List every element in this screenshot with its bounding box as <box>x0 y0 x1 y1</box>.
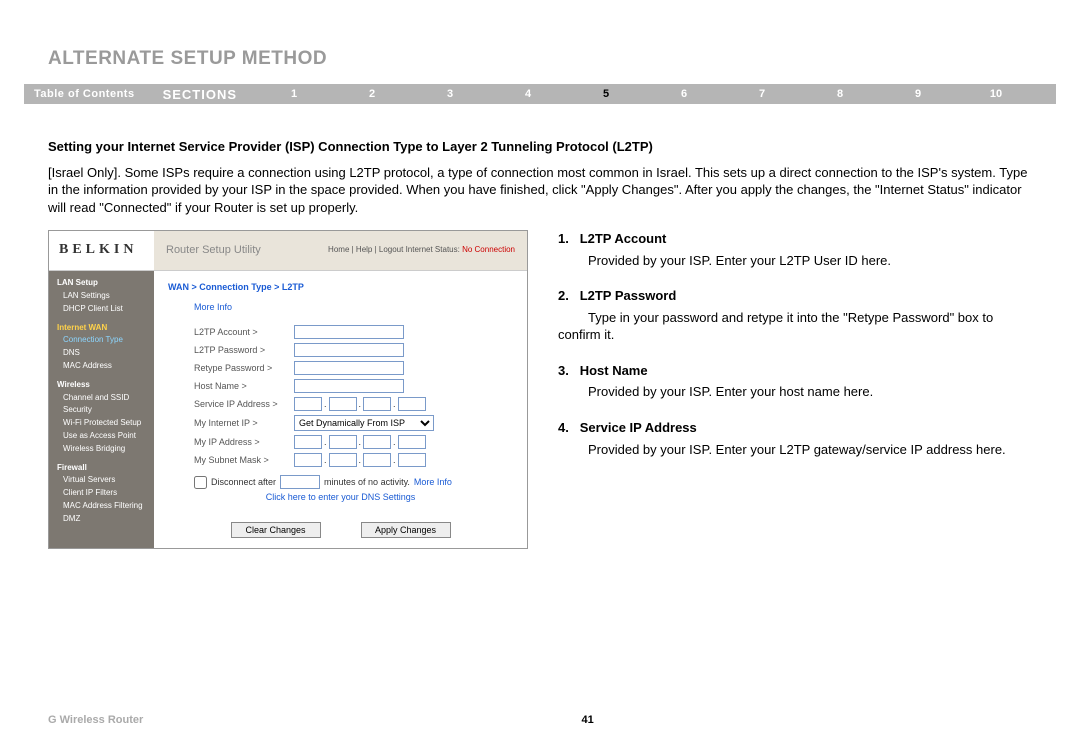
label-service-ip: Service IP Address > <box>194 398 294 410</box>
page-title: ALTERNATE SETUP METHOD <box>48 48 327 70</box>
section-num-6[interactable]: 6 <box>645 88 723 100</box>
field4-num: 4. <box>558 420 569 435</box>
disconnect-post: minutes of no activity. <box>324 476 410 488</box>
field2-title: L2TP Password <box>580 288 677 303</box>
sidebar-item-ip-filters[interactable]: Client IP Filters <box>57 487 154 500</box>
field4-desc: Provided by your ISP. Enter your L2TP ga… <box>588 442 1006 457</box>
my-ip-2[interactable] <box>329 435 357 449</box>
sidebar-item-dns[interactable]: DNS <box>57 347 154 360</box>
sidebar-item-lan-settings[interactable]: LAN Settings <box>57 290 154 303</box>
field1-num: 1. <box>558 231 569 246</box>
input-host[interactable] <box>294 379 404 393</box>
subnet-1[interactable] <box>294 453 322 467</box>
sidebar-item-mac-filter[interactable]: MAC Address Filtering <box>57 500 154 513</box>
my-ip-3[interactable] <box>363 435 391 449</box>
section-num-9[interactable]: 9 <box>879 88 957 100</box>
service-ip-1[interactable] <box>294 397 322 411</box>
field4-title: Service IP Address <box>580 420 697 435</box>
section-num-7[interactable]: 7 <box>723 88 801 100</box>
sections-label: SECTIONS <box>145 87 255 102</box>
sidebar-cat-firewall[interactable]: Firewall <box>57 462 154 475</box>
section-num-3[interactable]: 3 <box>411 88 489 100</box>
internet-status-value: No Connection <box>462 245 515 254</box>
section-num-10[interactable]: 10 <box>957 88 1035 100</box>
apply-changes-button[interactable]: Apply Changes <box>361 522 451 538</box>
intro-heading: Setting your Internet Service Provider (… <box>48 138 1032 156</box>
footer-page-number: 41 <box>582 714 594 726</box>
breadcrumb: WAN > Connection Type > L2TP <box>168 281 513 293</box>
footer-product: G Wireless Router <box>48 714 143 726</box>
disconnect-minutes[interactable] <box>280 475 320 489</box>
intro-paragraph: [Israel Only]. Some ISPs require a conne… <box>48 164 1032 217</box>
section-num-8[interactable]: 8 <box>801 88 879 100</box>
field3-num: 3. <box>558 363 569 378</box>
sidebar-item-wps[interactable]: Wi-Fi Protected Setup <box>57 417 154 430</box>
label-account: L2TP Account > <box>194 326 294 338</box>
sidebar-cat-wan[interactable]: Internet WAN <box>57 322 154 335</box>
label-my-ip: My IP Address > <box>194 436 294 448</box>
label-retype: Retype Password > <box>194 362 294 374</box>
router-sidebar: LAN Setup LAN Settings DHCP Client List … <box>49 271 154 547</box>
section-nav-bar: Table of Contents SECTIONS 1 2 3 4 5 6 7… <box>24 84 1056 104</box>
label-subnet: My Subnet Mask > <box>194 454 294 466</box>
sidebar-item-ap[interactable]: Use as Access Point <box>57 430 154 443</box>
router-main: WAN > Connection Type > L2TP More Info L… <box>154 271 527 547</box>
subnet-3[interactable] <box>363 453 391 467</box>
more-info-link[interactable]: More Info <box>194 301 232 313</box>
sidebar-item-security[interactable]: Security <box>57 404 154 417</box>
input-retype[interactable] <box>294 361 404 375</box>
section-num-4[interactable]: 4 <box>489 88 567 100</box>
label-host: Host Name > <box>194 380 294 392</box>
router-utility-title: Router Setup Utility <box>166 243 261 258</box>
router-header: BELKIN Router Setup Utility Home | Help … <box>49 231 527 271</box>
sidebar-item-channel[interactable]: Channel and SSID <box>57 392 154 405</box>
sidebar-item-virtual-servers[interactable]: Virtual Servers <box>57 474 154 487</box>
service-ip-3[interactable] <box>363 397 391 411</box>
my-ip-4[interactable] <box>398 435 426 449</box>
label-my-internet-ip: My Internet IP > <box>194 417 294 429</box>
disconnect-checkbox[interactable] <box>194 476 207 489</box>
sidebar-item-dhcp[interactable]: DHCP Client List <box>57 303 154 316</box>
dns-settings-link[interactable]: Click here to enter your DNS Settings <box>168 491 513 503</box>
subnet-2[interactable] <box>329 453 357 467</box>
disconnect-pre: Disconnect after <box>211 476 276 488</box>
sidebar-item-mac[interactable]: MAC Address <box>57 360 154 373</box>
section-num-2[interactable]: 2 <box>333 88 411 100</box>
disconnect-more-info[interactable]: More Info <box>414 476 452 488</box>
subnet-4[interactable] <box>398 453 426 467</box>
field3-title: Host Name <box>580 363 648 378</box>
sidebar-item-connection-type[interactable]: Connection Type <box>57 334 154 347</box>
toc-link[interactable]: Table of Contents <box>24 88 145 100</box>
section-num-5[interactable]: 5 <box>567 88 645 100</box>
input-password[interactable] <box>294 343 404 357</box>
section-num-1[interactable]: 1 <box>255 88 333 100</box>
clear-changes-button[interactable]: Clear Changes <box>231 522 321 538</box>
field3-desc: Provided by your ISP. Enter your host na… <box>588 384 873 399</box>
field-descriptions: 1. L2TP Account Provided by your ISP. En… <box>558 230 1032 476</box>
sidebar-item-bridging[interactable]: Wireless Bridging <box>57 443 154 456</box>
router-header-links[interactable]: Home | Help | Logout Internet Status: No… <box>328 245 515 256</box>
input-account[interactable] <box>294 325 404 339</box>
label-password: L2TP Password > <box>194 344 294 356</box>
select-my-internet-ip[interactable]: Get Dynamically From ISP <box>294 415 434 431</box>
router-title-area: Router Setup Utility Home | Help | Logou… <box>154 231 527 270</box>
field1-title: L2TP Account <box>580 231 667 246</box>
service-ip-2[interactable] <box>329 397 357 411</box>
sidebar-cat-lan[interactable]: LAN Setup <box>57 277 154 290</box>
service-ip-4[interactable] <box>398 397 426 411</box>
page-footer: G Wireless Router 41 <box>48 714 1032 726</box>
sidebar-cat-wireless[interactable]: Wireless <box>57 379 154 392</box>
sidebar-item-dmz[interactable]: DMZ <box>57 513 154 526</box>
router-screenshot: BELKIN Router Setup Utility Home | Help … <box>48 230 528 548</box>
field2-desc: Type in your password and retype it into… <box>558 310 993 343</box>
my-ip-1[interactable] <box>294 435 322 449</box>
belkin-logo: BELKIN <box>49 241 154 260</box>
router-header-links-text[interactable]: Home | Help | Logout Internet Status: <box>328 245 460 254</box>
field2-num: 2. <box>558 288 569 303</box>
field1-desc: Provided by your ISP. Enter your L2TP Us… <box>588 253 891 268</box>
